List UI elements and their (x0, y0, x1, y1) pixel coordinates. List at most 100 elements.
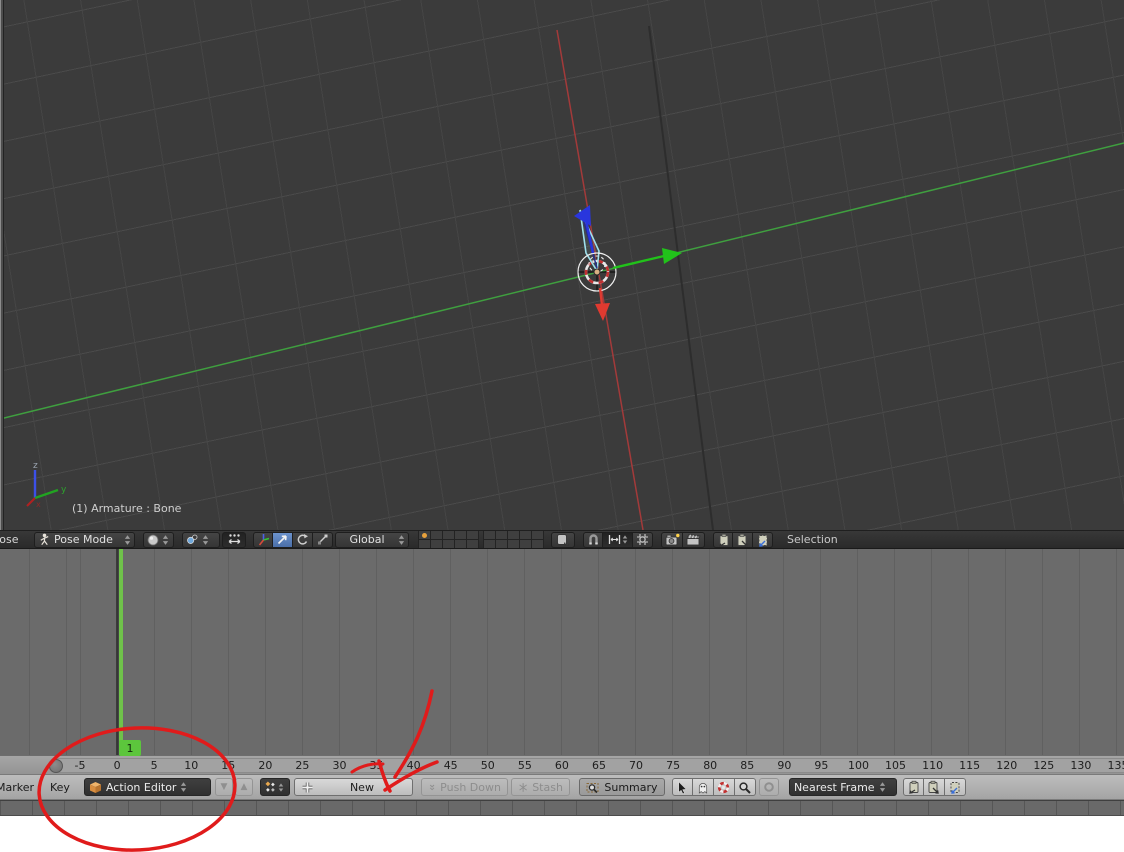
multi-word-filter-button[interactable] (759, 778, 779, 796)
panel-edge[interactable] (0, 0, 4, 530)
active-layer-dot (422, 533, 427, 538)
filter-dropdown[interactable] (260, 778, 290, 796)
filter-selected-button[interactable] (672, 778, 693, 796)
layer-cell[interactable] (484, 540, 495, 548)
marker-menu[interactable]: Marker (0, 781, 37, 794)
layer-cell[interactable] (508, 540, 519, 548)
pivot-point-dropdown[interactable] (182, 532, 220, 548)
plus-icon (301, 781, 314, 794)
manipulate-center-points-toggle[interactable] (222, 532, 246, 548)
layer-cell[interactable] (508, 531, 519, 539)
stash-button[interactable]: Stash (511, 778, 570, 796)
ruler-frame-label: 10 (184, 759, 198, 772)
layer-cell[interactable] (443, 531, 454, 539)
snap-toggle-button[interactable] (583, 532, 603, 548)
manipulator-buttons (253, 532, 333, 548)
ruler-frame-label: 0 (114, 759, 121, 772)
copy-keyframes-button[interactable] (903, 778, 924, 796)
transform-orientation-dropdown[interactable]: Global (335, 532, 409, 548)
pose-mode-icon (38, 533, 51, 546)
manipulator-axes-button[interactable] (253, 532, 273, 548)
move-up-button[interactable]: ▲ (235, 778, 253, 796)
ruler-frame-label: 5 (151, 759, 158, 772)
layer-cell[interactable] (496, 531, 507, 539)
rotate-manipulator-button[interactable] (293, 532, 313, 548)
paste-pose-button[interactable] (733, 532, 753, 548)
ruler-frame-label: 40 (407, 759, 421, 772)
x-axis-line (557, 30, 643, 530)
paste-keyframes-button[interactable] (924, 778, 945, 796)
layer-cell[interactable] (496, 540, 507, 548)
frame-ruler[interactable]: -505101520253035404550556065707580859095… (0, 755, 1124, 775)
manipulator-x-arrowhead[interactable] (595, 303, 610, 321)
layers-grid-2[interactable] (483, 530, 544, 549)
mode-dropdown[interactable]: Pose Mode (34, 532, 135, 548)
ruler-frame-label: 120 (996, 759, 1017, 772)
layer-cell[interactable] (520, 531, 531, 539)
ruler-frame-label: 45 (444, 759, 458, 772)
push-down-button[interactable]: Push Down (421, 778, 508, 796)
layer-cell[interactable] (467, 531, 478, 539)
manipulator-y-arrow[interactable] (613, 256, 664, 268)
scale-manipulator-button[interactable] (313, 532, 333, 548)
snap-element-dropdown[interactable] (603, 532, 633, 548)
layer-cell[interactable] (419, 531, 430, 539)
current-frame-badge[interactable]: 1 (119, 740, 141, 756)
paste-flipped-keyframes-button[interactable] (945, 778, 966, 796)
summary-toggle[interactable]: Summary (579, 778, 665, 796)
dropdown-arrows-icon (202, 534, 209, 546)
key-menu[interactable]: Key (50, 781, 70, 794)
keyframe-copy-buttons (903, 778, 966, 796)
ruler-frame-label: 90 (777, 759, 791, 772)
dopesheet-area[interactable] (0, 549, 1124, 755)
layer-cell[interactable] (431, 540, 442, 548)
ruler-frame-label: 35 (370, 759, 384, 772)
layer-cell[interactable] (532, 531, 543, 539)
layer-cell[interactable] (431, 531, 442, 539)
filter-diamonds-icon (264, 781, 277, 794)
triangle-up-icon: ▲ (240, 783, 247, 792)
paste-flipped-pose-button[interactable] (753, 532, 773, 548)
camera-icon (665, 533, 680, 546)
filter-hidden-button[interactable] (693, 778, 714, 796)
filter-errors-button[interactable] (714, 778, 735, 796)
current-frame-line[interactable] (119, 549, 123, 755)
move-down-button[interactable]: ▼ (215, 778, 233, 796)
gizmo-x-label: x (36, 500, 41, 508)
layer-cell[interactable] (467, 540, 478, 548)
rotate-icon (296, 533, 309, 546)
ruler-frame-label: 105 (885, 759, 906, 772)
viewport-shading-dropdown[interactable] (143, 532, 174, 548)
layer-cell[interactable] (532, 540, 543, 548)
3d-viewport[interactable]: z y x (1) Armature : Bone (0, 0, 1124, 530)
copy-pose-button[interactable] (713, 532, 733, 548)
translate-manipulator-button[interactable] (273, 532, 293, 548)
layer-cell[interactable] (419, 540, 430, 548)
scale-icon (316, 533, 329, 546)
editor-mode-dropdown[interactable]: Action Editor (84, 778, 211, 796)
layer-cell[interactable] (484, 531, 495, 539)
search-filter-button[interactable] (735, 778, 756, 796)
layer-cell[interactable] (443, 540, 454, 548)
layer-cell[interactable] (455, 531, 466, 539)
copy-keyframes-icon (907, 780, 920, 794)
layer-cell[interactable] (520, 540, 531, 548)
render-animation-button[interactable] (683, 532, 705, 548)
snap-mode-dropdown[interactable]: Nearest Frame (789, 778, 897, 796)
channel-region-strip[interactable] (0, 800, 1124, 816)
frame-zero-gridline (116, 549, 118, 755)
render-opengl-button[interactable] (661, 532, 683, 548)
translate-icon (276, 533, 289, 546)
bone-root-point (594, 269, 600, 275)
layer-cell[interactable] (455, 540, 466, 548)
layers-grid-1[interactable] (418, 530, 479, 549)
snap-target-button[interactable] (633, 532, 653, 548)
lock-to-scene-button[interactable] (551, 532, 575, 548)
ruler-frame-label: 125 (1033, 759, 1054, 772)
pose-menu[interactable]: Pose (0, 533, 27, 546)
pose-copy-buttons (713, 532, 773, 548)
timeline-scrollbar-cap[interactable] (49, 759, 63, 773)
new-action-button[interactable]: New (294, 778, 413, 796)
dark-grid-line (649, 26, 713, 530)
dopesheet-filter-buttons (672, 778, 756, 796)
